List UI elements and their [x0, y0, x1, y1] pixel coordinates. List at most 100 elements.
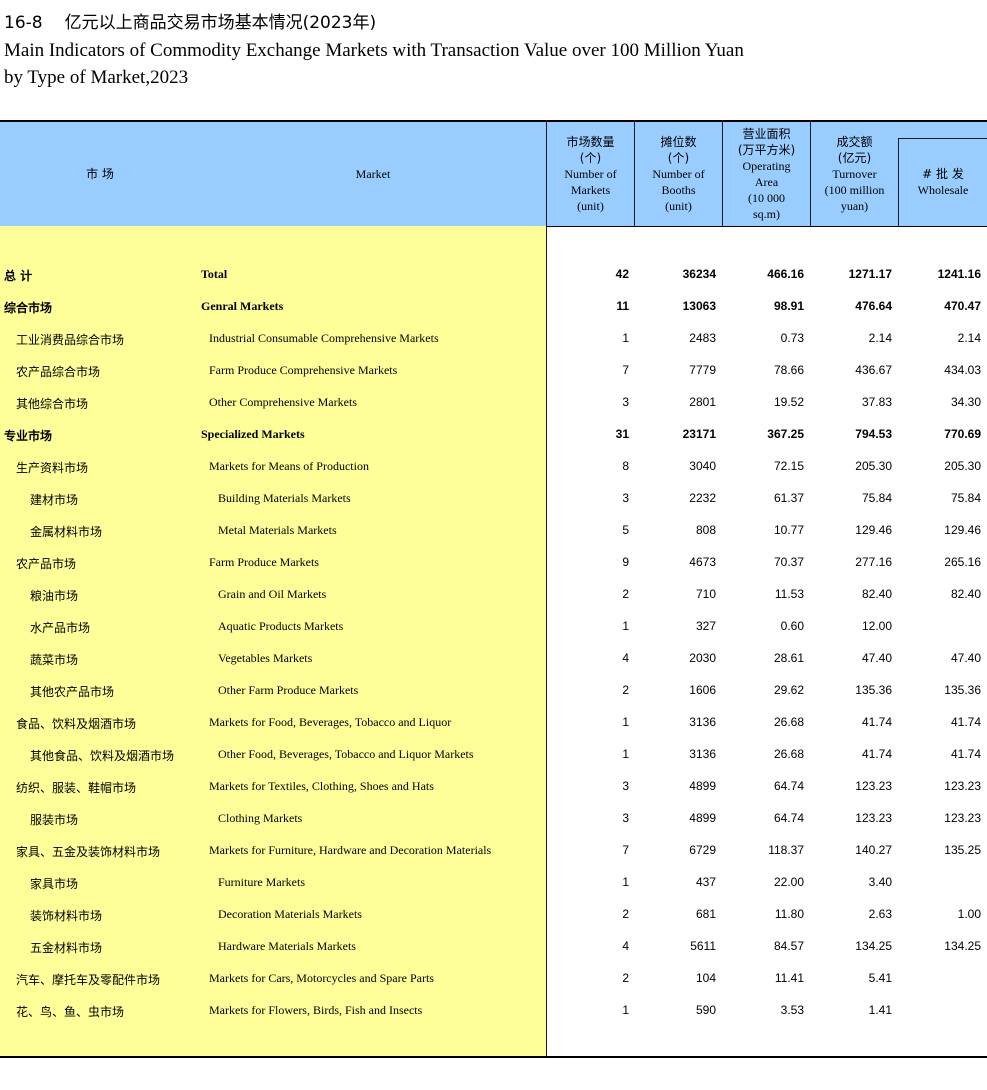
- header-text-line: yuan): [840, 199, 869, 213]
- cell-markets: 1: [622, 331, 629, 345]
- cell-area: 72.15: [773, 459, 804, 473]
- cell-turnover: 794.53: [855, 427, 892, 441]
- cell-turnover: 436.67: [855, 363, 892, 377]
- cell-turnover: 129.46: [855, 523, 892, 537]
- table-row: 其他农产品市场 Other Farm Produce Markets 2 1606 29…: [0, 674, 987, 706]
- header-text-line: Turnover: [832, 167, 877, 181]
- table-row: 装饰材料市场 Decoration Materials Markets 2 681 11…: [0, 898, 987, 930]
- cell-booths: 2232: [689, 491, 716, 505]
- header-market-en: Market: [355, 167, 391, 181]
- table-row: 建材市场 Building Materials Markets 3 2232 61.37…: [0, 482, 987, 514]
- header-text-line: Area: [754, 175, 779, 189]
- header-operating-area: 营业面积 (万平方米) Operating Area (10 000 sq.m): [723, 122, 810, 226]
- cell-wholesale: 134.25: [944, 939, 981, 953]
- market-name-cn: 农产品综合市场: [16, 365, 101, 379]
- cell-area: 11.80: [774, 907, 804, 921]
- cell-wholesale: 82.40: [950, 587, 981, 601]
- cell-markets: 3: [622, 395, 629, 409]
- market-name-cn: 五金材料市场: [30, 941, 103, 955]
- cell-area: 10.77: [773, 523, 804, 537]
- table-row: 农产品综合市场 Farm Produce Comprehensive Market…: [0, 354, 987, 386]
- market-name-cn: 金属材料市场: [30, 525, 103, 539]
- market-name-en: Markets for Food, Beverages, Tobacco and…: [209, 715, 452, 729]
- table-row: 水产品市场 Aquatic Products Markets 1 327 0.60 12.…: [0, 610, 987, 642]
- cell-turnover: 41.74: [861, 747, 892, 761]
- cell-booths: 590: [695, 1003, 716, 1017]
- market-name-en: Industrial Consumable Comprehensive Mark…: [209, 331, 439, 345]
- market-name-en: Specialized Markets: [201, 427, 305, 441]
- market-name-en: Grain and Oil Markets: [218, 587, 327, 601]
- market-name-cn: 水产品市场: [30, 621, 91, 635]
- cell-area: 26.68: [773, 747, 804, 761]
- cell-wholesale: 41.74: [950, 715, 981, 729]
- cell-turnover: 205.30: [855, 459, 892, 473]
- table-row: 食品、饮料及烟酒市场 Markets for Food, Beverages, T…: [0, 706, 987, 738]
- header-text-line: 摊位数: [660, 135, 697, 149]
- table-number: 16-8: [4, 13, 43, 33]
- cell-area: 61.37: [773, 491, 804, 505]
- cell-wholesale: 129.46: [944, 523, 981, 537]
- cell-markets: 2: [622, 971, 629, 985]
- cell-booths: 4899: [689, 811, 716, 825]
- header-text-line: 营业面积: [742, 127, 791, 141]
- header-text-line: (个): [579, 151, 602, 165]
- cell-booths: 7779: [689, 363, 716, 377]
- table-title: 16-8 亿元以上商品交易市场基本情况(2023年): [4, 8, 376, 33]
- table-row: 花、鸟、鱼、虫市场 Markets for Flowers, Birds, Fis…: [0, 994, 987, 1026]
- table-header: 市 场 Market 市场数量 (个) Number of Markets (unit)…: [0, 120, 987, 227]
- cell-area: 29.62: [773, 683, 804, 697]
- table-title-en-line2: by Type of Market,2023: [4, 67, 189, 88]
- cell-area: 78.66: [773, 363, 804, 377]
- cell-area: 3.53: [780, 1003, 804, 1017]
- table-row: 五金材料市场 Hardware Materials Markets 4 5611 84.…: [0, 930, 987, 962]
- cell-booths: 2483: [689, 331, 716, 345]
- table-subtitle: Main Indicators of Commodity Exchange Ma…: [4, 37, 744, 91]
- cell-turnover: 12.00: [861, 619, 892, 633]
- table-row: 农产品市场 Farm Produce Markets 9 4673 70.37 277.1…: [0, 546, 987, 578]
- market-name-cn: 粮油市场: [30, 589, 79, 603]
- cell-turnover: 123.23: [855, 779, 892, 793]
- market-name-en: Vegetables Markets: [218, 651, 313, 665]
- market-name-en: Farm Produce Markets: [209, 555, 319, 569]
- market-name-en: Other Food, Beverages, Tobacco and Liquo…: [218, 747, 474, 761]
- cell-booths: 3136: [689, 715, 716, 729]
- cell-wholesale: 265.16: [944, 555, 981, 569]
- market-name-cn: 装饰材料市场: [30, 909, 103, 923]
- market-name-cn: 蔬菜市场: [30, 653, 79, 667]
- cell-turnover: 134.25: [855, 939, 892, 953]
- market-name-en: Genral Markets: [201, 299, 284, 313]
- header-market-cn: 市 场: [86, 167, 114, 181]
- cell-wholesale: 135.25: [944, 843, 981, 857]
- table-row: 其他综合市场 Other Comprehensive Markets 3 2801 19…: [0, 386, 987, 418]
- cell-booths: 3040: [689, 459, 716, 473]
- cell-wholesale: 434.03: [944, 363, 981, 377]
- table-row: 生产资料市场 Markets for Means of Production 8 30…: [0, 450, 987, 482]
- header-wholesale: # 批 发 Wholesale: [899, 138, 987, 226]
- cell-markets: 31: [615, 427, 629, 441]
- cell-markets: 9: [622, 555, 629, 569]
- market-name-cn: 建材市场: [30, 493, 79, 507]
- cell-turnover: 2.14: [868, 331, 892, 345]
- market-name-en: Markets for Textiles, Clothing, Shoes an…: [209, 779, 434, 793]
- cell-area: 118.37: [768, 843, 804, 857]
- cell-turnover: 37.83: [861, 395, 892, 409]
- market-name-en: Clothing Markets: [218, 811, 303, 825]
- table-row: 服装市场 Clothing Markets 3 4899 64.74 123.23 123.…: [0, 802, 987, 834]
- table-row: 综合市场 Genral Markets 11 13063 98.91 476.64 470.…: [0, 290, 987, 322]
- market-name-cn: 生产资料市场: [16, 461, 89, 475]
- cell-markets: 4: [622, 651, 629, 665]
- cell-turnover: 140.27: [855, 843, 892, 857]
- market-name-en: Building Materials Markets: [218, 491, 351, 505]
- cell-area: 19.52: [773, 395, 804, 409]
- cell-turnover: 5.41: [868, 971, 892, 985]
- table-row: 纺织、服装、鞋帽市场 Markets for Textiles, Clothing…: [0, 770, 987, 802]
- header-text-line: (10 000: [748, 191, 785, 205]
- cell-markets: 7: [622, 843, 629, 857]
- market-name-cn: 服装市场: [30, 813, 79, 827]
- cell-booths: 808: [695, 523, 716, 537]
- market-name-en: Total: [201, 267, 228, 281]
- market-name-cn: 综合市场: [4, 301, 53, 315]
- market-name-cn: 专业市场: [4, 429, 53, 443]
- cell-area: 26.68: [773, 715, 804, 729]
- cell-wholesale: 770.69: [944, 427, 981, 441]
